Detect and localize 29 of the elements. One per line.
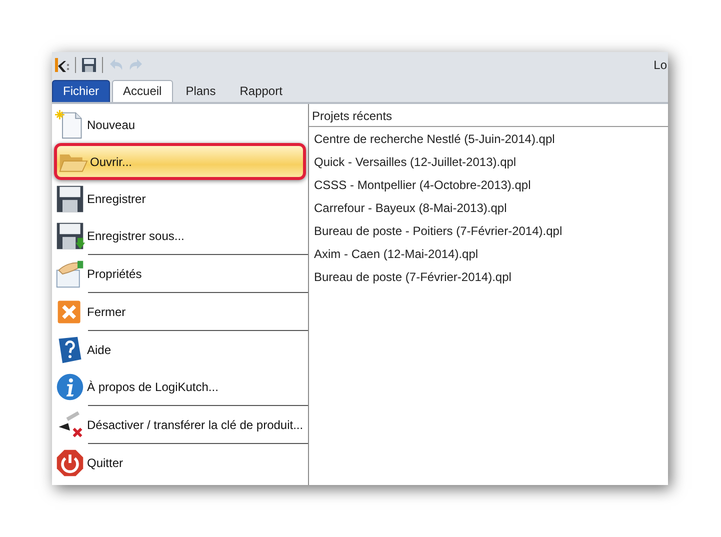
ribbon-tab[interactable]: Accueil (112, 80, 173, 102)
menu-item[interactable]: Ouvrir... (54, 143, 306, 180)
recent-project-item[interactable]: Centre de recherche Nestlé (5-Juin-2014).qpl (309, 127, 560, 150)
menu-item[interactable]: Quitter (52, 444, 308, 481)
recent-project-item[interactable]: Axim - Caen (12-Mai-2014).qpl (309, 242, 484, 265)
recent-project-item[interactable]: Quick - Versailles (12-Juillet-2013).qpl (309, 150, 522, 173)
info-icon (55, 372, 85, 402)
recent-project-item[interactable]: Bureau de poste (7-Février-2014).qpl (309, 265, 516, 288)
menu-item[interactable]: Enregistrer (52, 180, 308, 217)
app-logo-icon (54, 57, 70, 73)
menu-item[interactable]: Propriétés (52, 255, 308, 292)
ribbon-tab[interactable]: Plans (174, 80, 227, 102)
save-as-icon (55, 220, 85, 250)
hand-document-icon (55, 258, 85, 288)
menu-item[interactable]: Désactiver / transférer la clé de produit... (52, 406, 308, 443)
power-icon (55, 448, 85, 478)
menu-item[interactable]: Nouveau (52, 106, 308, 143)
window-title: Lo (654, 58, 668, 72)
menu-item[interactable]: Enregistrer sous... (52, 217, 308, 254)
file-menu-tab[interactable]: Fichier (52, 80, 110, 102)
recent-project-item[interactable]: Bureau de poste - Poitiers (7-Février-2014).qpl (309, 219, 568, 242)
save-icon[interactable] (81, 57, 97, 73)
menu-item[interactable]: À propos de LogiKutch... (52, 368, 308, 405)
recent-project-item[interactable]: CSSS - Montpellier (4-Octobre-2013).qpl (309, 173, 536, 196)
ribbon-tab[interactable]: Rapport (228, 80, 294, 102)
recent-projects-heading: Projets récents (309, 104, 668, 127)
menu-item[interactable]: Aide (52, 331, 308, 368)
menu-item[interactable]: Fermer (52, 293, 308, 330)
recent-project-item[interactable]: Carrefour - Bayeux (8-Mai-2013).qpl (309, 196, 512, 219)
